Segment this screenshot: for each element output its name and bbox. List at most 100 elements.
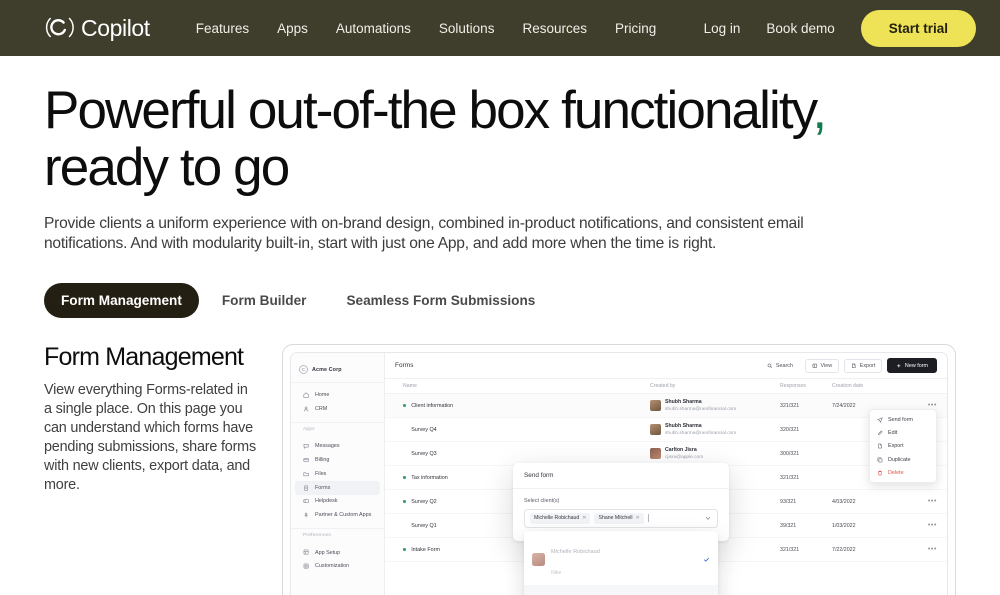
search-button[interactable]: Search	[760, 359, 800, 373]
brand-logo[interactable]: Copilot	[44, 15, 150, 42]
page-content: Powerful out-of-the box functionality, r…	[0, 82, 1000, 595]
feature-section: Form Management View everything Forms-re…	[44, 344, 956, 595]
row-menu-button[interactable]: •••	[894, 522, 937, 529]
client-option[interactable]: Michelle RobichaudNike	[524, 534, 718, 585]
sidebar-item-files[interactable]: Files	[295, 467, 380, 481]
start-trial-button[interactable]: Start trial	[861, 10, 976, 47]
author-name: Shubh Sharma	[665, 423, 702, 429]
tab-form-builder[interactable]: Form Builder	[205, 283, 324, 318]
sidebar-item-messages[interactable]: Messages	[295, 439, 380, 453]
new-form-button[interactable]: New form	[887, 358, 937, 373]
chip-remove-icon[interactable]: ✕	[636, 515, 640, 521]
sidebar-item-helpdesk[interactable]: Helpdesk	[295, 495, 380, 509]
sidebar-item-customization[interactable]: Customization	[295, 559, 380, 573]
folder-icon	[303, 470, 310, 477]
send-icon	[877, 417, 883, 423]
nav-link-features[interactable]: Features	[196, 21, 249, 36]
plus-icon	[896, 363, 902, 369]
sidebar-item-home[interactable]: Home	[295, 388, 380, 402]
export-button[interactable]: Export	[844, 359, 882, 373]
responses-cell: 300/321	[780, 451, 832, 457]
context-menu-item-send-form[interactable]: Send form	[870, 413, 936, 426]
app-sidebar: C Acme Corp Home	[291, 353, 385, 595]
form-name: Survey Q2	[411, 499, 436, 505]
client-chip[interactable]: Michelle Robichaud✕	[530, 513, 590, 524]
search-label: Search	[776, 363, 793, 369]
app-page-title: Forms	[395, 362, 414, 369]
row-author-cell: Shubh Sharma shubh.sharma@neofinancial.co…	[650, 423, 780, 437]
row-menu-button[interactable]: •••	[894, 546, 937, 553]
hero-title: Powerful out-of-the box functionality, r…	[44, 82, 834, 196]
date-cell: 4/03/2022	[832, 499, 894, 505]
context-menu-item-export[interactable]: Export	[870, 440, 936, 453]
nav-link-pricing[interactable]: Pricing	[615, 21, 656, 36]
nav-link-resources[interactable]: Resources	[522, 21, 587, 36]
person-icon	[303, 406, 310, 413]
context-menu-item-delete[interactable]: Delete	[870, 466, 936, 479]
avatar	[650, 400, 661, 411]
table-row[interactable]: Client information Shubh Sharma shubh.sha…	[385, 394, 947, 418]
context-label-send-form: Send form	[888, 417, 913, 423]
client-company: Nike	[551, 570, 561, 576]
author-email: shubh.sharma@neofinancial.com	[665, 431, 736, 436]
sidebar-item-billing[interactable]: Billing	[295, 453, 380, 467]
setup-icon	[303, 549, 310, 556]
tab-seamless-form-submissions[interactable]: Seamless Form Submissions	[329, 283, 552, 318]
client-option[interactable]: Sammy WatkinsWalt Disney Co.	[524, 585, 718, 595]
responses-cell: 321/321	[780, 475, 832, 481]
row-menu-button[interactable]: •••	[894, 402, 937, 409]
nav-link-automations[interactable]: Automations	[336, 21, 411, 36]
author-name: Shubh Sharma	[665, 399, 702, 405]
sidebar-item-partner-custom-apps[interactable]: Partner & Custom Apps	[295, 508, 380, 522]
row-menu-button[interactable]: •••	[894, 498, 937, 505]
sidebar-item-forms[interactable]: Forms	[295, 481, 380, 495]
sidebar-item-app-setup[interactable]: App Setup	[295, 546, 380, 560]
row-name-cell: Client information	[395, 403, 650, 409]
row-author-cell: Shubh Sharma shubh.sharma@neofinancial.co…	[650, 399, 780, 413]
app-main: Forms Search View	[385, 353, 947, 595]
nav-link-solutions[interactable]: Solutions	[439, 21, 495, 36]
app-toolbar: Forms Search View	[385, 353, 947, 379]
chevron-down-icon[interactable]	[704, 514, 712, 522]
book-demo-link[interactable]: Book demo	[766, 21, 834, 36]
context-menu-item-duplicate[interactable]: Duplicate	[870, 453, 936, 466]
context-menu-item-edit[interactable]: Edit	[870, 427, 936, 440]
tab-form-management[interactable]: Form Management	[44, 283, 199, 318]
form-name: Survey Q3	[411, 451, 436, 457]
avatar	[532, 553, 545, 566]
client-multiselect-input[interactable]: Michelle Robichaud✕ Shane Mitchell✕	[524, 509, 718, 528]
select-clients-label: Select client(s)	[524, 498, 718, 504]
status-dot	[403, 524, 406, 527]
sidebar-label-billing: Billing	[315, 457, 329, 463]
view-button[interactable]: View	[805, 359, 839, 373]
client-chip[interactable]: Shane Mitchell✕	[594, 513, 643, 524]
home-icon	[303, 392, 310, 399]
check-icon	[703, 556, 710, 563]
table-row[interactable]: Survey Q4 Shubh Sharmashubh.sharma@neofi…	[385, 418, 947, 442]
status-dot	[403, 548, 406, 551]
app-window: C Acme Corp Home	[290, 352, 948, 595]
form-name: Survey Q1	[411, 523, 436, 529]
login-link[interactable]: Log in	[704, 21, 741, 36]
feature-description: View everything Forms-related in a singl…	[44, 381, 256, 495]
sidebar-label-forms: Forms	[315, 485, 330, 491]
hero-title-part1: Powerful out-of-the box functionality	[44, 81, 812, 140]
trash-icon	[877, 470, 883, 476]
context-label-export: Export	[888, 443, 904, 449]
form-name: Intake Form	[411, 547, 440, 553]
sidebar-label-home: Home	[315, 392, 329, 398]
sidebar-label-crm: CRM	[315, 406, 327, 412]
author-name: Carlton Jisra	[665, 447, 697, 453]
column-header-creation-date: Creation date	[832, 383, 894, 389]
new-form-label: New form	[905, 363, 928, 369]
context-label-delete: Delete	[888, 470, 904, 476]
nav-link-apps[interactable]: Apps	[277, 21, 308, 36]
sidebar-item-crm[interactable]: CRM	[295, 402, 380, 416]
author-email: shubh.sharma@neofinancial.com	[665, 407, 736, 412]
org-switcher[interactable]: C Acme Corp	[291, 360, 384, 383]
hero-title-part2: ready to go	[44, 138, 288, 197]
chip-remove-icon[interactable]: ✕	[582, 515, 586, 521]
duplicate-icon	[877, 457, 883, 463]
view-icon	[812, 363, 818, 369]
form-name: Client information	[411, 403, 453, 409]
